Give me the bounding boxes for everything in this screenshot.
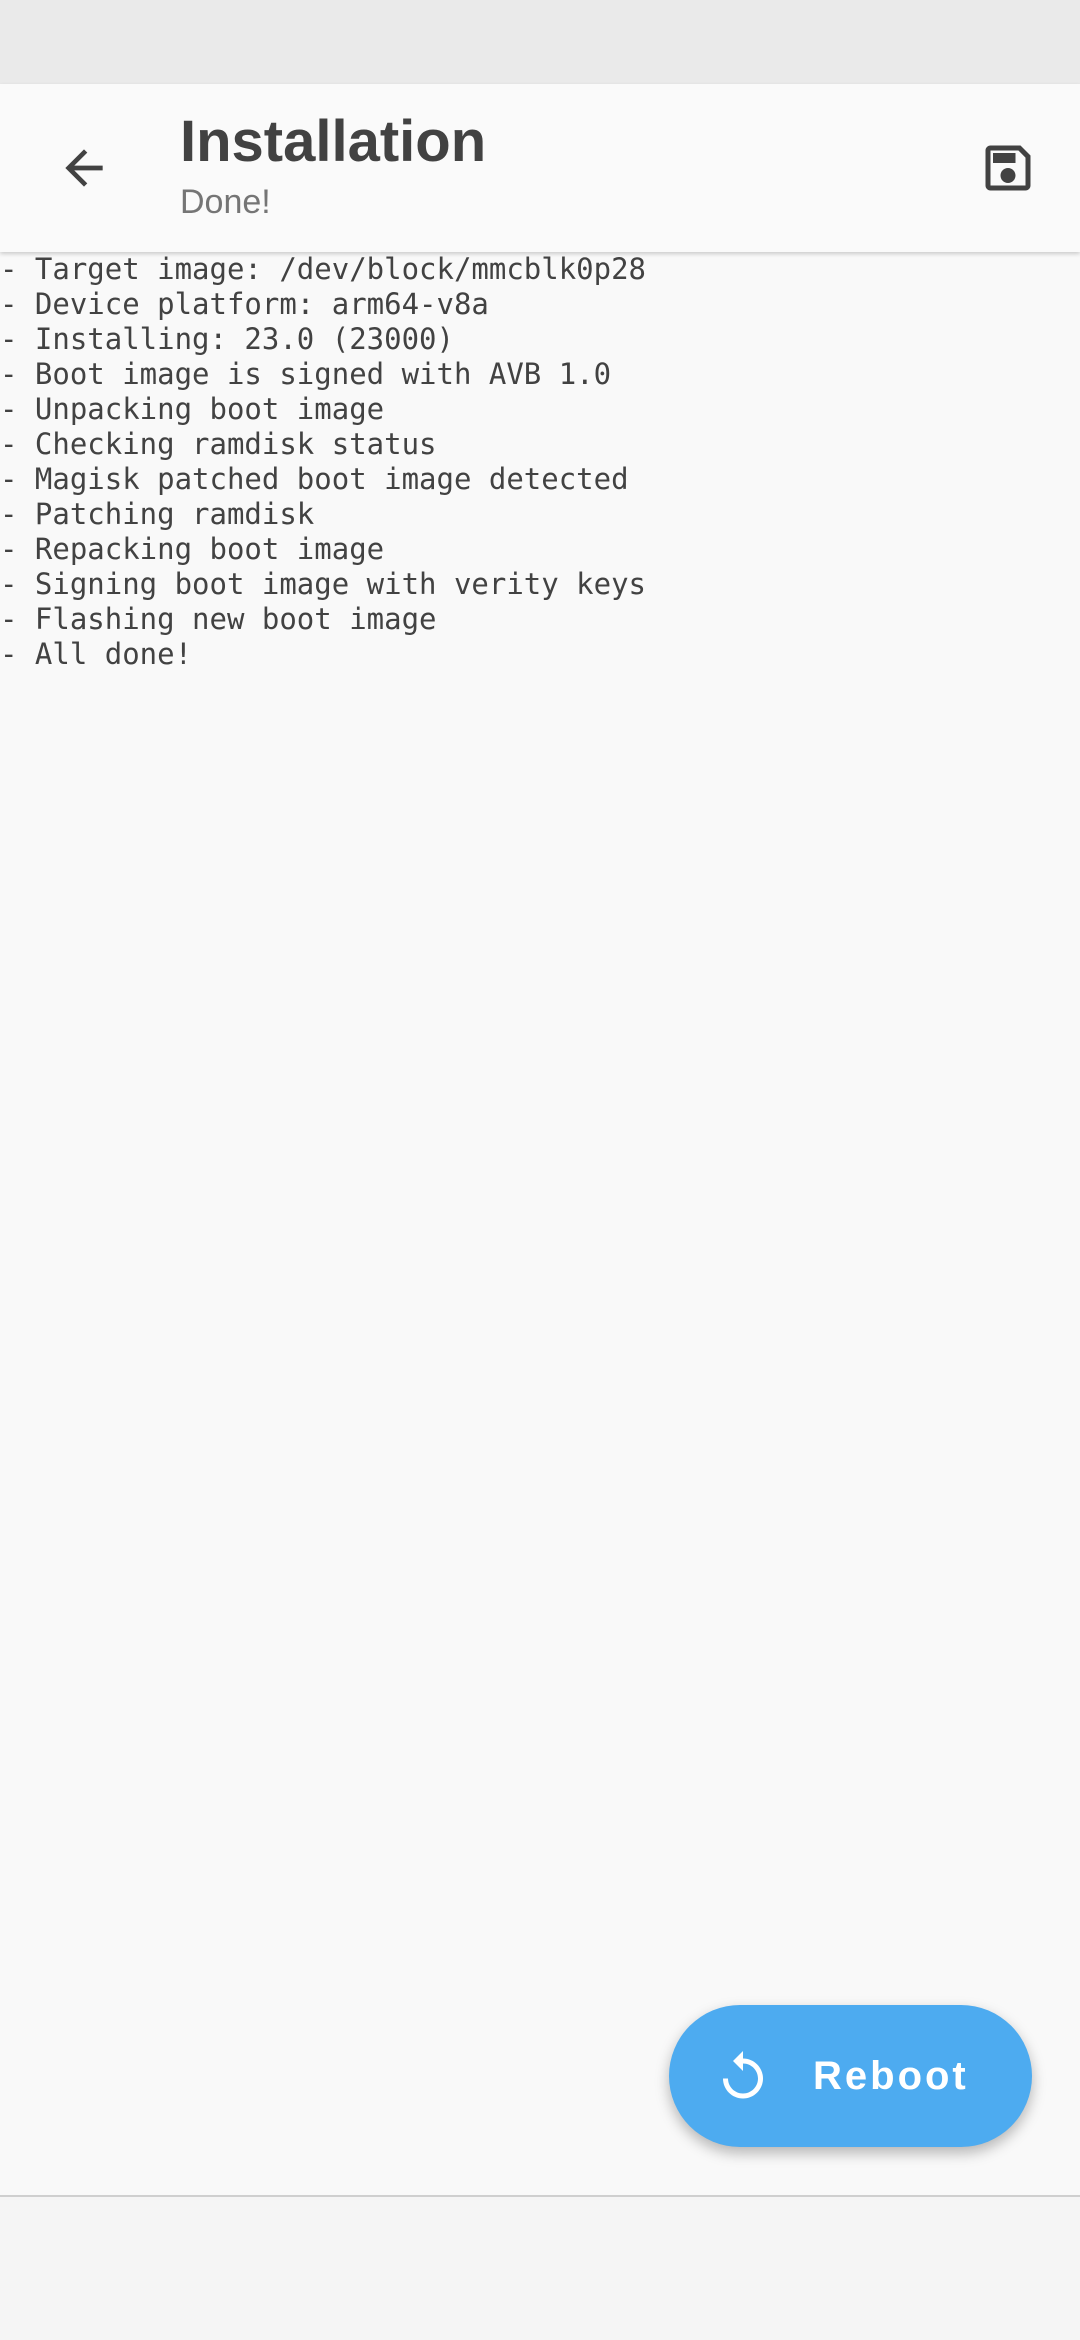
page-subtitle: Done! [180,183,271,221]
back-button[interactable] [40,124,128,212]
log-line: - Signing boot image with verity keys [0,567,647,601]
page-title: Installation [180,109,487,174]
app-bar: Installation Done! [0,84,1080,252]
log-line: - Flashing new boot image [0,602,437,636]
log-line: - Unpacking boot image [0,392,385,426]
log-line: - Boot image is signed with AVB 1.0 [0,357,612,391]
install-log: - Target image: /dev/block/mmcblk0p28 - … [0,252,1080,672]
log-line: - Repacking boot image [0,532,385,566]
log-line: - Patching ramdisk [0,497,315,531]
restart-icon [723,2051,763,2099]
log-line: - Magisk patched boot image detected [0,462,629,496]
reboot-button-label: Reboot [813,2053,969,2098]
arrow-back-icon [65,149,103,187]
save-log-button[interactable] [962,122,1054,214]
save-icon [985,145,1031,191]
log-line: - Installing: 23.0 (23000) [0,322,454,356]
navigation-bar [0,2197,1080,2340]
log-line: - Target image: /dev/block/mmcblk0p28 [0,252,647,286]
reboot-button[interactable]: Reboot [669,2005,1032,2147]
log-line: - Checking ramdisk status [0,427,437,461]
log-line: - Device platform: arm64-v8a [0,287,489,321]
log-line: - All done! [0,637,193,671]
status-bar [0,0,1080,84]
